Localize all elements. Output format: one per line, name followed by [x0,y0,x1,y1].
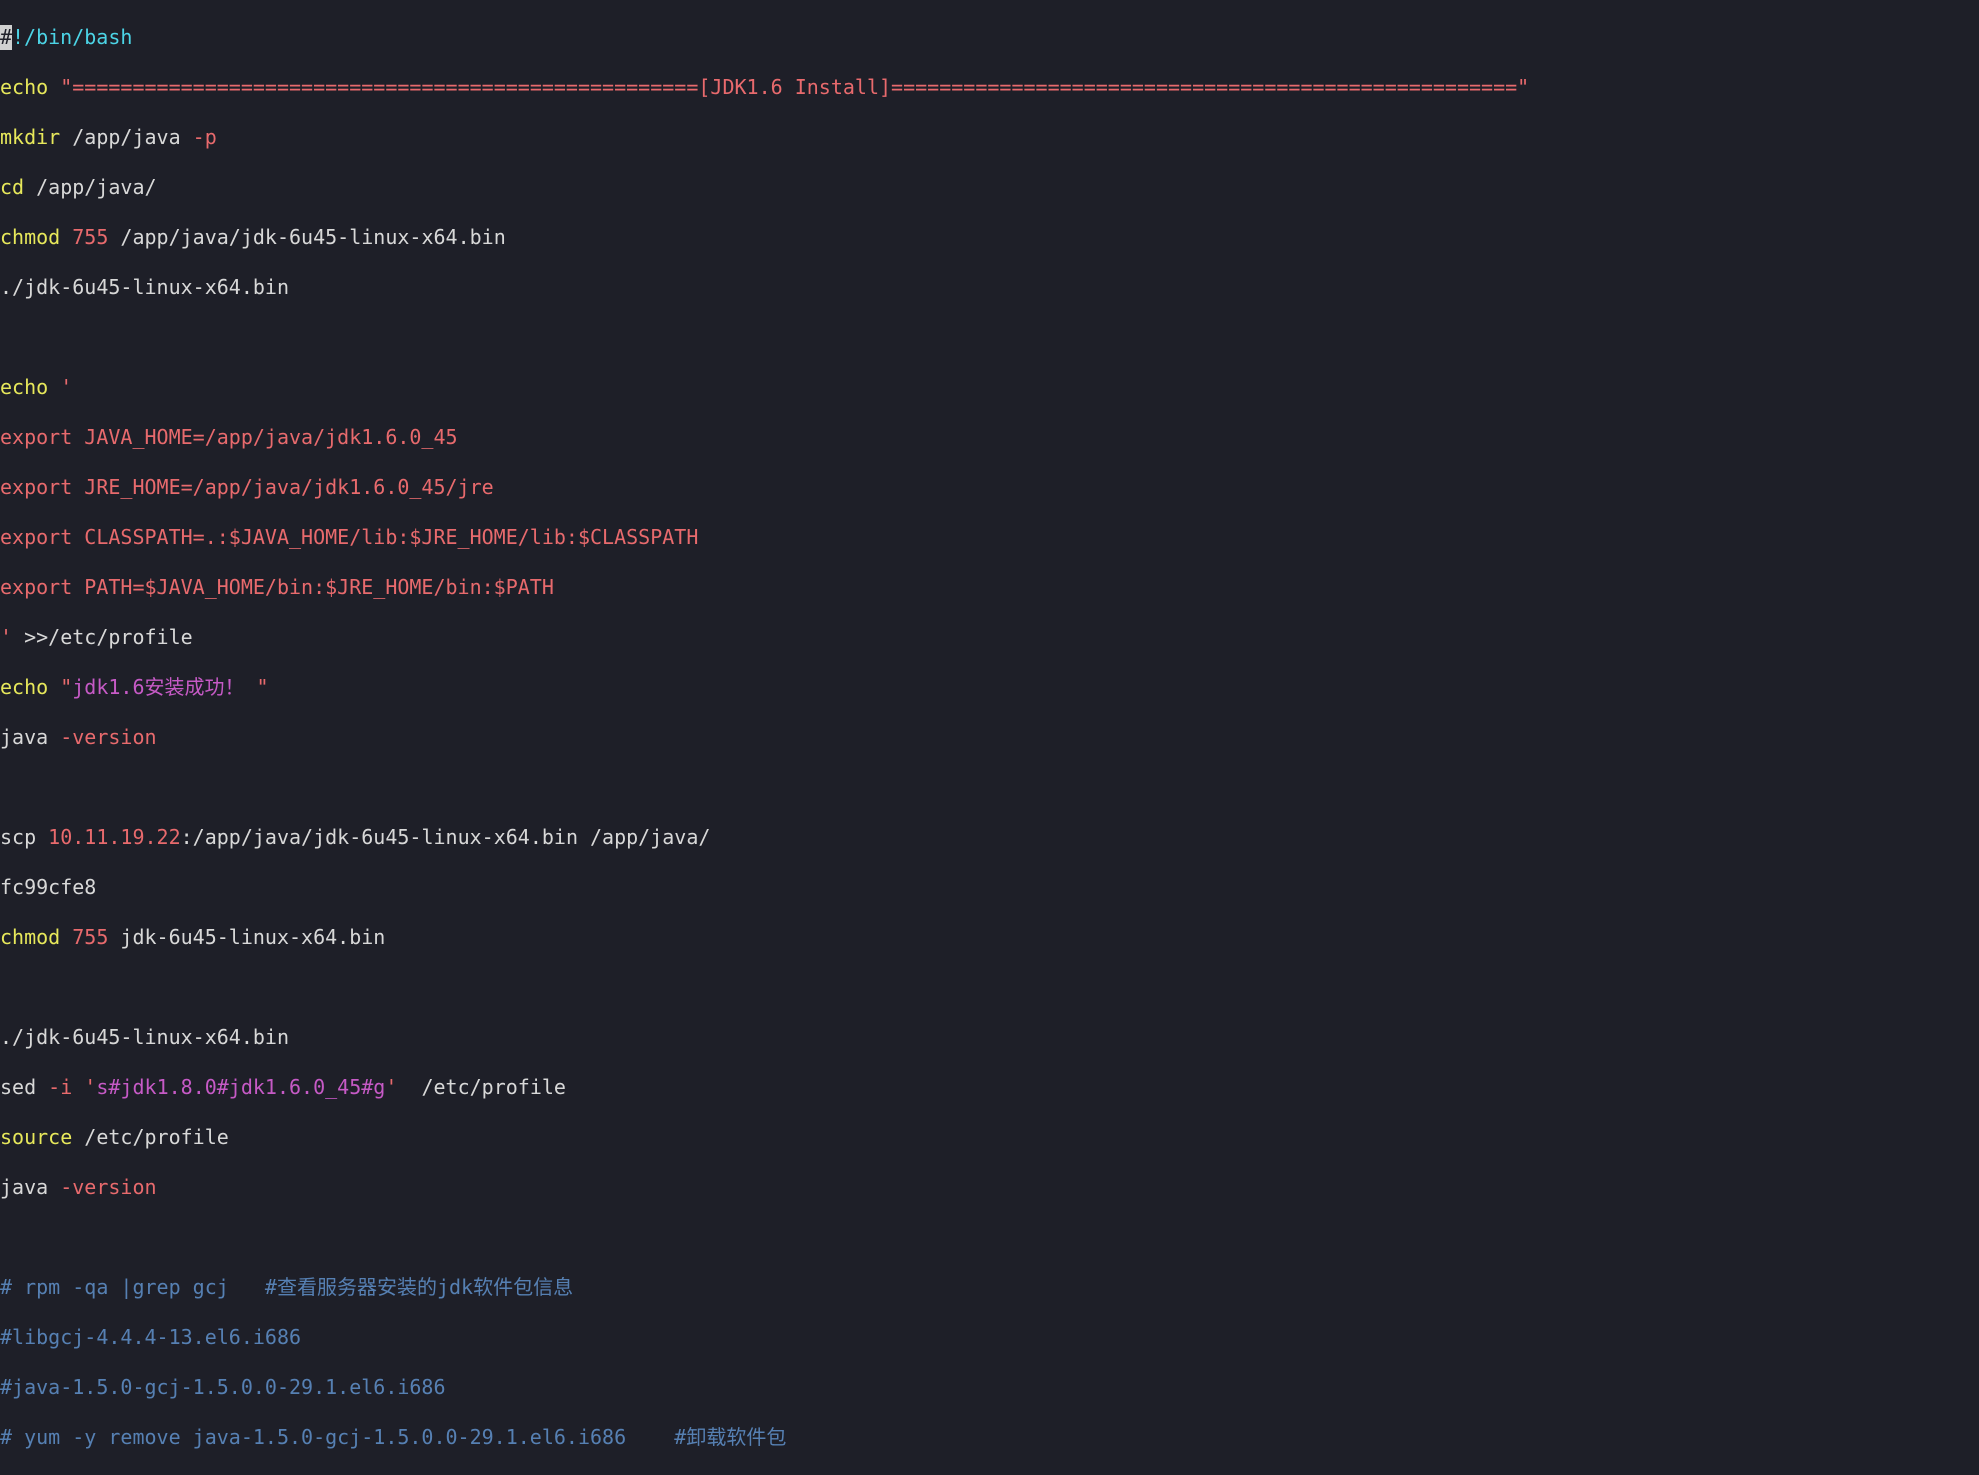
string-literal-cn: jdk1.6安装成功！ [72,675,244,699]
path-text: :/app/java/jdk-6u45-linux-x64.bin /app/j… [181,825,711,849]
code-line: scp 10.11.19.22:/app/java/jdk-6u45-linux… [0,825,1979,850]
comment-text: # rpm -qa |grep gcj #查看服务器安装的jdk软件包信息 [0,1275,573,1299]
code-line: sed -i 's#jdk1.8.0#jdk1.6.0_45#g' /etc/p… [0,1075,1979,1100]
code-line: java -version [0,725,1979,750]
cmd-source: source [0,1125,72,1149]
cmd-sed: sed [0,1075,48,1099]
cmd-java: java [0,1175,60,1199]
string-literal: export CLASSPATH=.:$JAVA_HOME/lib:$JRE_H… [0,525,698,549]
run-binary: ./jdk-6u45-linux-x64.bin [0,1025,289,1049]
quote-open: ' [48,375,72,399]
flag-i: -i [48,1075,72,1099]
blank-line [0,975,1979,1000]
code-line: ./jdk-6u45-linux-x64.bin [0,1025,1979,1050]
string-literal: export JAVA_HOME=/app/java/jdk1.6.0_45 [0,425,458,449]
cmd-echo: echo [0,375,48,399]
code-line: echo ' [0,375,1979,400]
code-line: source /etc/profile [0,1125,1979,1150]
code-line: cd /app/java/ [0,175,1979,200]
cmd-java: java [0,725,60,749]
flag-version: -version [60,725,156,749]
run-binary: ./jdk-6u45-linux-x64.bin [0,275,289,299]
quote-close: ' [0,625,12,649]
comment-text: #java-1.5.0-gcj-1.5.0.0-29.1.el6.i686 [0,1375,446,1399]
quote-close: ' [385,1075,397,1099]
code-line: echo "jdk1.6安装成功！ " [0,675,1979,700]
path-text: /etc/profile [397,1075,566,1099]
terminal-viewport[interactable]: #!/bin/bash echo "======================… [0,0,1979,1475]
code-line: fc99cfe8 [0,875,1979,900]
comment-line: # yum -y remove java-1.5.0-gcj-1.5.0.0-2… [0,1425,1979,1450]
mode-number: 755 [60,225,108,249]
redirect-op: >> [12,625,48,649]
cmd-echo: echo [0,675,48,699]
cmd-cd: cd [0,175,24,199]
path-text: jdk-6u45-linux-x64.bin [108,925,385,949]
string-literal: export PATH=$JAVA_HOME/bin:$JRE_HOME/bin… [0,575,554,599]
quote-open: ' [72,1075,96,1099]
heredoc-line: export JRE_HOME=/app/java/jdk1.6.0_45/jr… [0,475,1979,500]
code-line: echo "==================================… [0,75,1979,100]
cmd-chmod: chmod [0,225,60,249]
mode-number: 755 [60,925,108,949]
ip-address: 10.11.19.22 [36,825,181,849]
comment-text: #libgcj-4.4.4-13.el6.i686 [0,1325,301,1349]
comment-line: #libgcj-4.4.4-13.el6.i686 [0,1325,1979,1350]
flag-p: -p [193,125,217,149]
path-text: /etc/profile [48,625,193,649]
path-text: /app/java/jdk-6u45-linux-x64.bin [108,225,505,249]
cmd-echo: echo [0,75,48,99]
code-line: ' >>/etc/profile [0,625,1979,650]
hash-text: fc99cfe8 [0,875,96,899]
cursor-block: # [0,25,12,50]
code-line: java -version [0,1175,1979,1200]
cmd-mkdir: mkdir [0,125,60,149]
comment-line: # rpm -qa |grep gcj #查看服务器安装的jdk软件包信息 [0,1275,1979,1300]
path-text: /etc/profile [72,1125,229,1149]
code-line: mkdir /app/java -p [0,125,1979,150]
comment-text: # yum -y remove java-1.5.0-gcj-1.5.0.0-2… [0,1425,786,1449]
quote-open: " [48,675,72,699]
quote-close: " [245,675,269,699]
code-line: chmod 755 jdk-6u45-linux-x64.bin [0,925,1979,950]
string-literal: "=======================================… [48,75,1529,99]
code-line: #!/bin/bash [0,25,1979,50]
path-text: /app/java/ [24,175,156,199]
code-line: chmod 755 /app/java/jdk-6u45-linux-x64.b… [0,225,1979,250]
cmd-scp: scp [0,825,36,849]
shebang-text: !/bin/bash [12,25,132,49]
blank-line [0,1225,1979,1250]
heredoc-line: export PATH=$JAVA_HOME/bin:$JRE_HOME/bin… [0,575,1979,600]
cmd-chmod: chmod [0,925,60,949]
string-literal: export JRE_HOME=/app/java/jdk1.6.0_45/jr… [0,475,494,499]
code-line: ./jdk-6u45-linux-x64.bin [0,275,1979,300]
flag-version: -version [60,1175,156,1199]
path-text: /app/java [60,125,192,149]
comment-line: #java-1.5.0-gcj-1.5.0.0-29.1.el6.i686 [0,1375,1979,1400]
blank-line [0,325,1979,350]
heredoc-line: export JAVA_HOME=/app/java/jdk1.6.0_45 [0,425,1979,450]
heredoc-line: export CLASSPATH=.:$JAVA_HOME/lib:$JRE_H… [0,525,1979,550]
sed-expression: s#jdk1.8.0#jdk1.6.0_45#g [96,1075,385,1099]
blank-line [0,775,1979,800]
